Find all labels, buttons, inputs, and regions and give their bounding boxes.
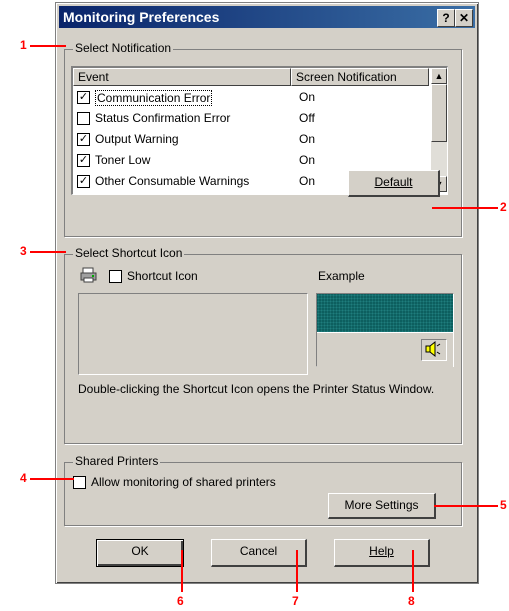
callout-6: 6 xyxy=(177,594,184,608)
ok-button-label: OK xyxy=(131,544,149,558)
help-button[interactable]: Help xyxy=(334,539,430,567)
select-notification-label: Select Notification xyxy=(73,41,174,55)
cancel-button[interactable]: Cancel xyxy=(211,539,307,567)
title-bar[interactable]: Monitoring Preferences ? ✕ xyxy=(59,6,475,28)
list-item[interactable]: ✓ Communication Error On xyxy=(73,87,429,108)
screen-value: On xyxy=(299,132,316,146)
callout-3-line xyxy=(30,251,66,253)
allow-shared-monitoring-checkbox[interactable] xyxy=(73,476,86,489)
window-title: Monitoring Preferences xyxy=(63,9,220,25)
row-checkbox[interactable] xyxy=(77,112,90,125)
more-settings-button[interactable]: More Settings xyxy=(328,493,436,519)
callout-7-line xyxy=(296,550,298,592)
screen-value: On xyxy=(299,90,316,104)
help-title-button[interactable]: ? xyxy=(437,9,455,27)
default-button-label: Default xyxy=(374,175,413,189)
help-button-label: Help xyxy=(369,544,394,558)
more-settings-label: More Settings xyxy=(344,498,419,512)
scroll-thumb[interactable] xyxy=(431,84,447,142)
monitoring-preferences-dialog: Monitoring Preferences ? ✕ Select Notifi… xyxy=(55,2,479,584)
event-name: Output Warning xyxy=(95,132,179,146)
column-header-event[interactable]: Event xyxy=(73,68,291,86)
screen-value: On xyxy=(299,153,316,167)
screen-value: On xyxy=(299,174,316,188)
speaker-icon xyxy=(421,339,447,361)
ok-button[interactable]: OK xyxy=(96,539,184,567)
event-name: Other Consumable Warnings xyxy=(95,174,250,188)
callout-2: 2 xyxy=(500,200,507,214)
shortcut-icon-label: Shortcut Icon xyxy=(127,269,198,283)
printer-icon xyxy=(80,267,98,283)
list-item[interactable]: ✓ Toner Low On xyxy=(73,150,429,171)
callout-8: 8 xyxy=(408,594,415,608)
row-checkbox[interactable]: ✓ xyxy=(77,91,90,104)
close-button[interactable]: ✕ xyxy=(455,9,473,27)
shortcut-icon-selection-box[interactable] xyxy=(78,293,308,375)
scroll-up-icon[interactable]: ▲ xyxy=(431,68,447,84)
shortcut-icon-checkbox[interactable] xyxy=(109,270,122,283)
example-taskbar xyxy=(317,332,453,367)
select-shortcut-icon-label: Select Shortcut Icon xyxy=(73,246,185,260)
callout-3: 3 xyxy=(20,244,27,258)
column-header-screen-notification[interactable]: Screen Notification xyxy=(291,68,429,86)
list-item[interactable]: ✓ Output Warning On xyxy=(73,129,429,150)
example-desktop-area xyxy=(317,294,453,332)
callout-4: 4 xyxy=(20,471,27,485)
callout-2-line xyxy=(432,207,498,209)
example-preview xyxy=(316,293,454,367)
cancel-button-label: Cancel xyxy=(239,544,278,558)
callout-5: 5 xyxy=(500,498,507,512)
allow-shared-monitoring-label: Allow monitoring of shared printers xyxy=(91,475,276,489)
callout-1-line xyxy=(30,45,66,47)
callout-4-line xyxy=(30,478,74,480)
example-label: Example xyxy=(318,269,365,283)
callout-8-line xyxy=(412,550,414,592)
event-name: Toner Low xyxy=(95,153,151,167)
shared-printers-label: Shared Printers xyxy=(73,454,161,468)
shortcut-description: Double-clicking the Shortcut Icon opens … xyxy=(78,382,435,396)
row-checkbox[interactable]: ✓ xyxy=(77,154,90,167)
event-name: Communication Error xyxy=(95,90,213,106)
callout-7: 7 xyxy=(292,594,299,608)
callout-5-line xyxy=(434,505,498,507)
list-item[interactable]: Status Confirmation Error Off xyxy=(73,108,429,129)
callout-6-line xyxy=(181,550,183,592)
callout-1: 1 xyxy=(20,38,27,52)
screen-value: Off xyxy=(299,111,315,125)
event-name: Status Confirmation Error xyxy=(95,111,231,125)
row-checkbox[interactable]: ✓ xyxy=(77,133,90,146)
default-button[interactable]: Default xyxy=(348,170,440,197)
row-checkbox[interactable]: ✓ xyxy=(77,175,90,188)
